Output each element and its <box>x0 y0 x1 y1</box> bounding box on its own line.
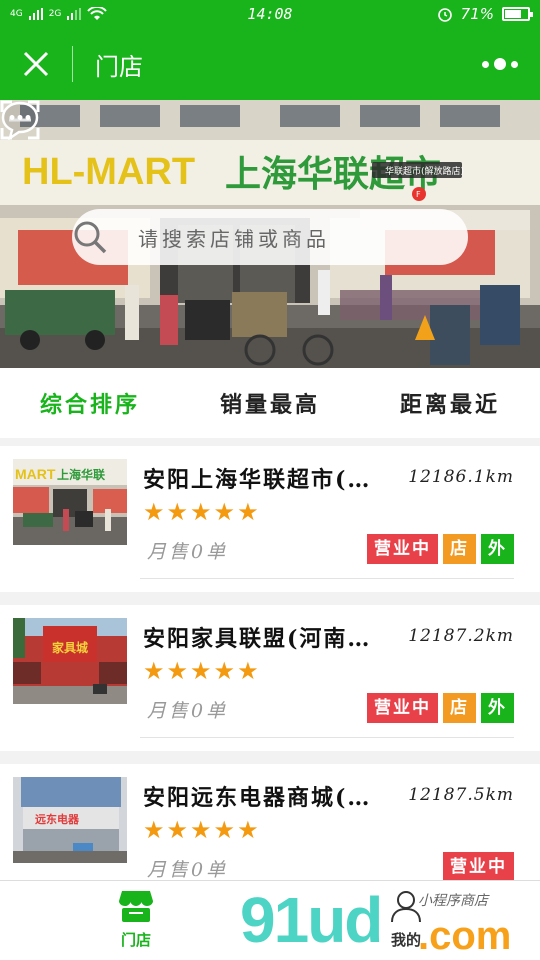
signal-icon <box>28 8 43 20</box>
star-icon: ★ <box>213 498 236 526</box>
star-icon: ★ <box>237 657 259 685</box>
bottom-nav: 门店 我的 <box>0 880 540 960</box>
banner-sign-left: HL-MART <box>22 151 195 193</box>
clock: 14:08 <box>247 5 293 23</box>
header-divider <box>72 46 73 82</box>
signal-icon <box>67 8 82 20</box>
star-icon: ★ <box>237 816 259 844</box>
svg-text:上海华联: 上海华联 <box>57 467 105 482</box>
store-distance: 12187.2km <box>408 626 514 646</box>
star-icon: ★ <box>190 657 212 685</box>
nav-mine[interactable]: 我的 <box>370 889 442 950</box>
store-name: 安阳远东电器商城(… <box>143 785 372 811</box>
sort-tabs: 综合排序 销量最高 距离最近 <box>0 368 540 438</box>
badge-in-store: 店 <box>443 693 476 723</box>
search-input[interactable]: 请搜索店铺或商品 <box>72 209 468 265</box>
badge-takeout: 外 <box>481 534 514 564</box>
star-rating: ★ ★ ★ ★ ★ <box>143 498 259 526</box>
store-card[interactable]: MART 上海华联 安阳上海华联超市(… 12186.1km ★ ★ ★ ★ ★ 月售0… <box>0 446 540 592</box>
star-icon: ★ <box>237 498 259 526</box>
nav-mine-label: 我的 <box>390 931 421 949</box>
tab-top-sales[interactable]: 销量最高 <box>180 387 360 419</box>
app-header: 门店 <box>0 28 540 100</box>
thumbnail-sign: 远东电器 <box>35 812 80 826</box>
store-name: 安阳上海华联超市(… <box>143 467 372 493</box>
star-rating: ★ ★ ★ ★ ★ <box>143 816 259 844</box>
star-icon: ★ <box>166 657 189 685</box>
star-icon: ★ <box>143 816 165 844</box>
star-icon: ★ <box>213 657 236 685</box>
star-icon: ★ <box>143 498 165 526</box>
wifi-icon <box>87 7 108 20</box>
search-placeholder: 请搜索店铺或商品 <box>138 226 330 251</box>
divider <box>140 578 514 579</box>
star-icon: ★ <box>213 816 236 844</box>
divider <box>140 737 514 738</box>
banner-carousel[interactable]: HL-MART 上海华联超市 华联超市(解放路店) F 请搜索店铺或商品 <box>0 100 540 368</box>
star-rating: ★ ★ ★ ★ ★ <box>143 657 259 685</box>
star-icon: ★ <box>166 498 189 526</box>
more-dot-icon <box>482 60 489 68</box>
star-icon: ★ <box>143 657 165 685</box>
close-button[interactable] <box>0 28 72 100</box>
nav-stores-label: 门店 <box>120 931 151 949</box>
monthly-sales: 月售0单 <box>147 859 229 881</box>
tab-nearest[interactable]: 距离最近 <box>360 387 540 419</box>
store-thumbnail: 远东电器 <box>13 777 127 863</box>
close-icon <box>23 51 49 77</box>
status-badge-open: 营业中 <box>367 534 438 564</box>
status-badge-open: 营业中 <box>443 852 514 882</box>
svg-text:MART: MART <box>15 466 56 482</box>
more-dot-icon <box>511 60 518 68</box>
svg-text:F: F <box>416 190 421 199</box>
thumbnail-sign: 家具城 <box>52 640 88 655</box>
store-thumbnail: 家具城 <box>13 618 127 704</box>
tab-comprehensive[interactable]: 综合排序 <box>0 387 180 419</box>
more-dot-icon <box>494 58 506 70</box>
network-indicator-2: 2G <box>48 8 62 19</box>
battery-icon <box>502 7 533 21</box>
map-pin-label: 华联超市(解放路店) <box>385 165 464 177</box>
user-icon <box>391 891 421 923</box>
store-distance: 12187.5km <box>408 785 514 805</box>
nav-stores[interactable]: 门店 <box>100 889 172 950</box>
badge-in-store: 店 <box>443 534 476 564</box>
battery-percent: 71% <box>460 5 494 23</box>
monthly-sales: 月售0单 <box>147 541 229 563</box>
monthly-sales: 月售0单 <box>147 700 229 722</box>
store-thumbnail: MART 上海华联 <box>13 459 127 545</box>
status-badge-open: 营业中 <box>367 693 438 723</box>
search-icon[interactable] <box>72 219 108 255</box>
store-name: 安阳家具联盟(河南… <box>143 626 372 652</box>
more-menu-button[interactable] <box>460 58 540 70</box>
store-icon <box>119 891 153 922</box>
star-icon: ★ <box>190 498 212 526</box>
badge-takeout: 外 <box>481 693 514 723</box>
network-indicator-1: 4G <box>10 8 23 19</box>
alarm-icon <box>437 8 452 22</box>
store-distance: 12186.1km <box>408 467 514 487</box>
page-title: 门店 <box>95 52 143 81</box>
store-card[interactable]: 家具城 安阳家具联盟(河南… 12187.2km ★ ★ ★ ★ ★ 月售0单 营业中 … <box>0 605 540 751</box>
status-bar: 4G 2G 14:08 71% <box>0 0 540 28</box>
star-icon: ★ <box>190 816 212 844</box>
chat-icon[interactable] <box>0 100 40 140</box>
star-icon: ★ <box>166 816 189 844</box>
